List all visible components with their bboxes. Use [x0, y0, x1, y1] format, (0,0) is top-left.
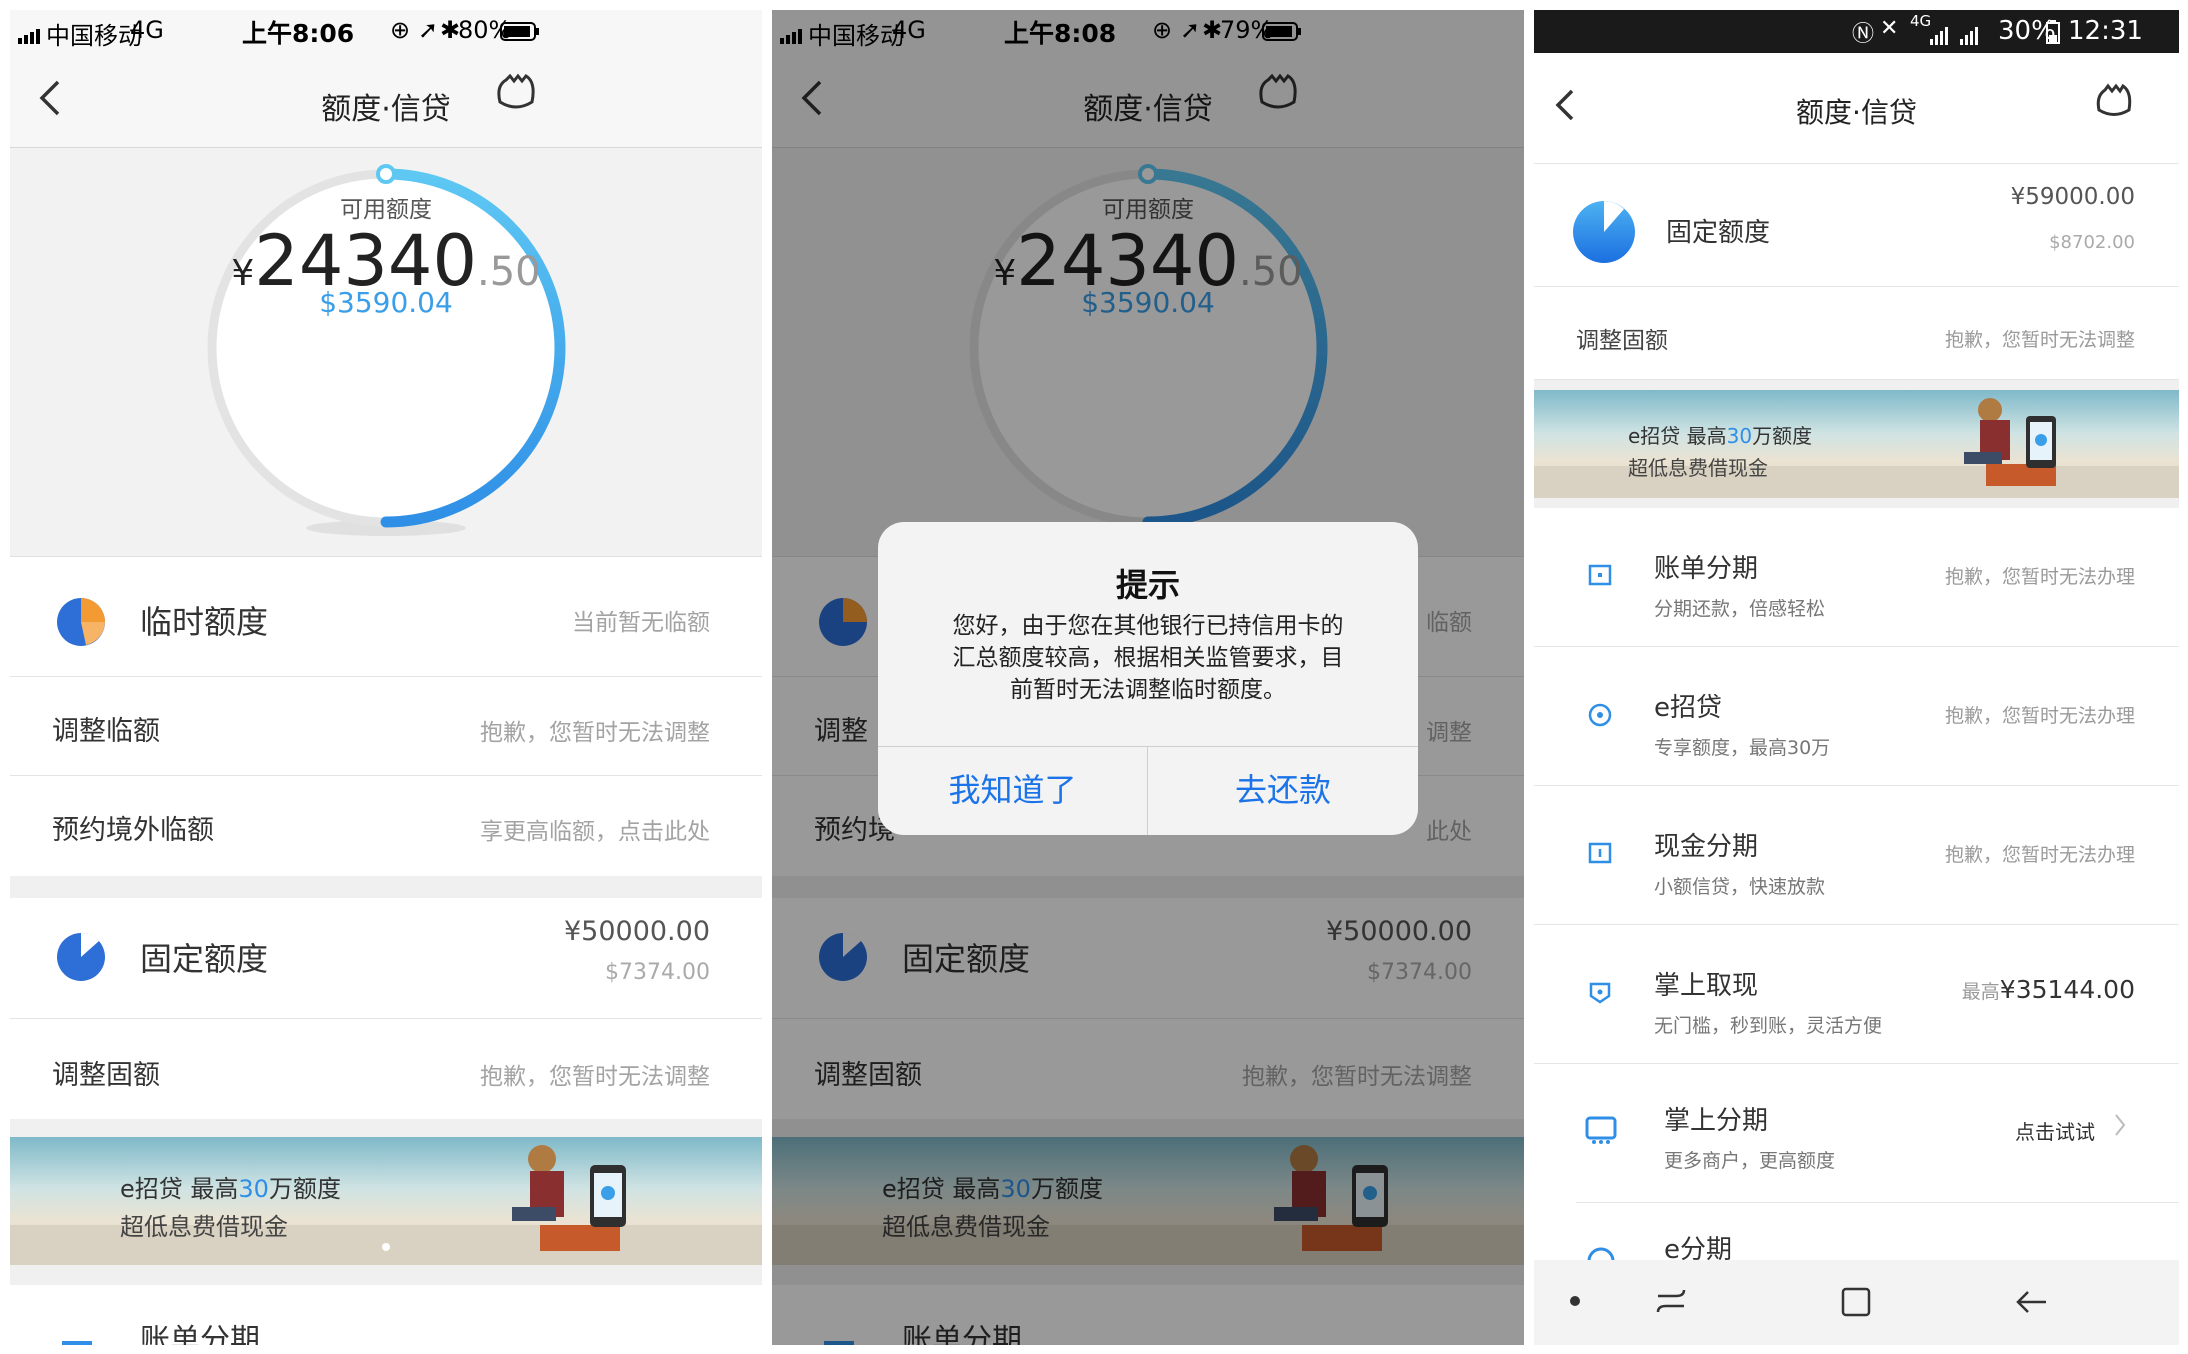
adjust-fixed-row[interactable]: 调整固额 抱歉，您暂时无法调整 — [10, 1019, 762, 1119]
home-square-icon[interactable] — [1840, 1286, 1872, 1322]
battery-icon — [500, 20, 540, 48]
item-title: 现金分期 — [1654, 832, 1759, 862]
service-robot-icon[interactable] — [2094, 83, 2134, 125]
fixed-credit-row[interactable]: 固定额度 ¥50000.00 $7374.00 — [10, 898, 762, 1018]
orange-pie-icon — [56, 597, 106, 651]
e-loan-banner[interactable]: e招贷 最高30万额度 超低息费借现金 — [10, 1137, 762, 1265]
status-bar: Ⓝ ✕ 4G 30% 12:31 — [1534, 10, 2179, 53]
list-item-e-loan[interactable]: e招贷 专享额度，最高30万 抱歉，您暂时无法办理 — [1534, 647, 2179, 786]
adjust-temp-hint: 抱歉，您暂时无法调整 — [480, 720, 710, 746]
adjust-fixed-label: 调整固额 — [52, 1060, 160, 1091]
e-loan-banner[interactable]: e招贷 最高30万额度 超低息费借现金 — [1534, 390, 2179, 498]
carrier-label: 中国移动 — [46, 22, 142, 50]
battery-icon — [2046, 20, 2060, 51]
page-title: 额度·信贷 — [321, 92, 451, 127]
service-robot-icon[interactable] — [494, 72, 538, 118]
adjust-fixed-label: 调整固额 — [1576, 328, 1668, 354]
blue-pie-icon — [56, 932, 106, 986]
blue-pie-icon — [1572, 200, 1636, 268]
item-subtitle: 无门槛，秒到账，灵活方便 — [1654, 1015, 1883, 1037]
fixed-credit-usd: $7374.00 — [605, 960, 710, 985]
temp-credit-label: 临时额度 — [140, 603, 269, 641]
list-item-cash-installment[interactable]: 现金分期 小额信贷，快速放款 抱歉，您暂时无法办理 — [1534, 786, 2179, 925]
got-it-button[interactable]: 我知道了 — [878, 746, 1147, 835]
alert-message: 您好，由于您在其他银行已持信用卡的 汇总额度较高，根据相关监管要求，目 前暂时无… — [952, 613, 1344, 703]
home-dot-icon[interactable] — [1570, 1296, 1580, 1306]
banner-line-2: 超低息费借现金 — [1628, 456, 1768, 480]
item-hint: 点击试试 — [2015, 1120, 2095, 1144]
fixed-credit-cny: ¥50000.00 — [563, 916, 710, 947]
adjust-temp-label: 调整临额 — [52, 716, 160, 747]
network-type: 4G — [1910, 12, 1932, 30]
adjust-fixed-hint: 抱歉，您暂时无法调整 — [1944, 329, 2135, 351]
clock: 12:31 — [2068, 16, 2143, 46]
nav-bar: 额度·信贷 — [1534, 53, 2179, 164]
status-bar: 中国移动 4G 上午8:06 ⊕ ➚ ✱ 80% — [10, 10, 762, 50]
signal-icon — [18, 22, 44, 50]
fixed-credit-label: 固定额度 — [1666, 218, 1771, 248]
alert-title: 提示 — [1115, 566, 1180, 604]
adjust-fixed-hint: 抱歉，您暂时无法调整 — [480, 1064, 710, 1090]
bill-installment-label: 账单分期 — [140, 1323, 260, 1345]
item-subtitle: 专享额度，最高30万 — [1654, 737, 1831, 759]
overseas-temp-label: 预约境外临额 — [52, 815, 214, 846]
bill-icon — [1588, 564, 1612, 592]
available-credit-gauge: 可用额度 ¥24340.50 $3590.04 — [10, 148, 762, 556]
fixed-credit-usd: $8702.00 — [2049, 232, 2135, 253]
clock: 上午8:06 — [242, 19, 355, 48]
nav-bar: 额度·信贷 — [10, 50, 762, 148]
fixed-credit-row[interactable]: 固定额度 ¥59000.00 $8702.00 — [1534, 164, 2179, 287]
page-title: 额度·信贷 — [1796, 96, 1917, 129]
item-subtitle: 更多商户，更高额度 — [1664, 1150, 1836, 1172]
cash-installment-icon — [1588, 842, 1612, 870]
item-subtitle: 小额信贷，快速放款 — [1654, 876, 1826, 898]
lock-rotation-icon: ⊕ — [390, 16, 411, 44]
repay-button[interactable]: 去还款 — [1148, 746, 1418, 835]
item-title: 掌上分期 — [1664, 1106, 1769, 1136]
item-hint: 抱歉，您暂时无法办理 — [1944, 566, 2135, 588]
banner-line-1: e招贷 最高30万额度 — [1628, 424, 1813, 448]
signal-icon — [1930, 22, 1990, 52]
network-label: 4G — [130, 16, 164, 44]
item-title: 掌上取现 — [1654, 971, 1759, 1001]
overseas-temp-row[interactable]: 预约境外临额 享更高临额，点击此处 — [10, 776, 762, 876]
nfc-icon: Ⓝ — [1852, 22, 1875, 47]
location-icon: ➚ — [418, 16, 439, 44]
mobile-installment-icon — [1584, 1112, 1618, 1150]
banner-line-2: 超低息费借现金 — [120, 1213, 288, 1241]
item-hint: 最高¥35144.00 — [1961, 975, 2135, 1004]
item-subtitle: 分期还款，倍感轻松 — [1654, 598, 1826, 620]
back-arrow-icon[interactable] — [2014, 1288, 2048, 1320]
adjust-fixed-row[interactable]: 调整固额 抱歉，您暂时无法调整 — [1534, 287, 2179, 380]
list-item-bill-installment[interactable]: 账单分期 分期还款，倍感轻松 抱歉，您暂时无法办理 — [1534, 508, 2179, 647]
overseas-temp-hint: 享更高临额，点击此处 — [480, 819, 710, 845]
e-loan-icon — [1588, 703, 1612, 731]
cash-withdrawal-icon — [1588, 981, 1612, 1009]
temp-credit-row[interactable]: 临时额度 当前暂无临额 — [10, 556, 762, 677]
banner-line-1: e招贷 最高30万额度 — [120, 1175, 341, 1203]
bill-icon — [62, 1341, 92, 1345]
android-navigation-bar — [1534, 1260, 2179, 1345]
usd-amount: $3590.04 — [319, 286, 453, 319]
list-item-cash-withdrawal[interactable]: 掌上取现 无门槛，秒到账，灵活方便 最高¥35144.00 — [1534, 925, 2179, 1064]
screen-1: 中国移动 4G 上午8:06 ⊕ ➚ ✱ 80% 额度·信贷 可用额度 ¥243… — [10, 10, 762, 1345]
gauge-label: 可用额度 — [340, 197, 432, 223]
list-item-mobile-installment[interactable]: 掌上分期 更多商户，更高额度 点击试试 — [1534, 1064, 2179, 1202]
list-item-e-installment[interactable]: e分期 — [1534, 1203, 2179, 1265]
adjust-temp-row[interactable]: 调整临额 抱歉，您暂时无法调整 — [10, 677, 762, 775]
bill-installment-row[interactable]: 账单分期 — [10, 1285, 762, 1345]
temp-credit-hint: 当前暂无临额 — [572, 610, 710, 636]
fixed-credit-cny: ¥59000.00 — [2010, 184, 2135, 210]
item-title: 账单分期 — [1654, 554, 1759, 584]
chevron-right-icon — [2113, 1112, 2127, 1142]
alert-dialog: 提示 您好，由于您在其他银行已持信用卡的 汇总额度较高，根据相关监管要求，目 前… — [878, 522, 1418, 835]
screen-3: Ⓝ ✕ 4G 30% 12:31 额度·信贷 固定额度 ¥59000.00 $8… — [1534, 10, 2179, 1345]
mute-icon: ✕ — [1880, 16, 1899, 41]
item-title: e招贷 — [1654, 693, 1722, 723]
screen-2: 中国移动 4G 上午8:08 ⊕ ➚ ✱ 79% 额度·信贷 可用额度 ¥243… — [772, 10, 1524, 1345]
recents-icon[interactable] — [1654, 1286, 1688, 1320]
item-hint: 抱歉，您暂时无法办理 — [1944, 705, 2135, 727]
fixed-credit-label: 固定额度 — [140, 940, 269, 978]
item-hint: 抱歉，您暂时无法办理 — [1944, 844, 2135, 866]
